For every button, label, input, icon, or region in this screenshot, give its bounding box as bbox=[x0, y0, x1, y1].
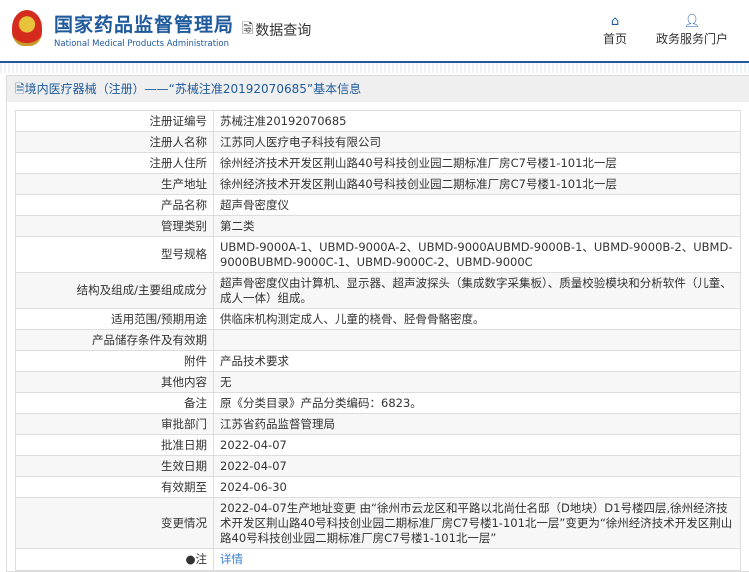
table-row: 注册证编号 苏械注准20192070685 bbox=[15, 110, 741, 132]
nav-label: 首页 bbox=[603, 32, 628, 46]
row-value: 2024-06-30 bbox=[213, 476, 741, 498]
row-value: UBMD-9000A-1、UBMD-9000A-2、UBMD-9000AUBMD… bbox=[213, 236, 741, 273]
table-row: 管理类别 第二类 bbox=[15, 215, 741, 237]
table-row: 适用范围/预期用途 供临床机构测定成人、儿童的桡骨、胫骨骨骼密度。 bbox=[15, 308, 741, 330]
data-query-section: 🗟 数据查询 bbox=[242, 18, 311, 42]
row-value: 产品技术要求 bbox=[213, 350, 741, 372]
table-row: 其他内容无 bbox=[15, 371, 741, 393]
row-label: 附件 bbox=[15, 350, 214, 372]
row-value: 苏械注准20192070685 bbox=[213, 110, 741, 132]
row-value: 2022-04-07 bbox=[213, 455, 741, 477]
document-search-icon: 🗟 bbox=[242, 21, 254, 37]
row-label: 适用范围/预期用途 bbox=[15, 308, 214, 330]
row-label: 结构及组成/主要组成成分 bbox=[15, 272, 214, 309]
row-value: 徐州经济技术开发区荆山路40号科技创业园二期标准厂房C7号楼1-101北一层 bbox=[213, 173, 741, 195]
national-emblem-logo bbox=[12, 10, 42, 46]
row-value: 徐州经济技术开发区荆山路40号科技创业园二期标准厂房C7号楼1-101北一层 bbox=[213, 152, 741, 174]
note-label: ●注 bbox=[15, 548, 214, 571]
brand-title: 国家药品监督管理局 bbox=[54, 14, 235, 36]
table-row: 批准日期 2022-04-07 bbox=[15, 434, 741, 456]
row-label: 生效日期 bbox=[15, 455, 214, 477]
panel-title-text: 境内医疗器械（注册）——“苏械注准20192070685”基本信息 bbox=[24, 82, 362, 96]
table-row: 注册人名称 江苏同人医疗电子科技有限公司 bbox=[15, 131, 741, 153]
note-row: ●注 详情 bbox=[15, 548, 741, 571]
table-row: 审批部门 江苏省药品监督管理局 bbox=[15, 413, 741, 435]
note-value: 详情 bbox=[213, 548, 741, 571]
site-header: 国家药品监督管理局 National Medical Products Admi… bbox=[0, 0, 749, 63]
document-icon: 🗎 bbox=[15, 82, 25, 96]
row-label: 产品储存条件及有效期 bbox=[15, 329, 214, 351]
row-value: 2022-04-07 bbox=[213, 434, 741, 456]
row-label: 变更情况 bbox=[15, 497, 214, 549]
row-label: 注册人名称 bbox=[15, 131, 214, 153]
table-row: 附件 产品技术要求 bbox=[15, 350, 741, 372]
row-value: 无 bbox=[213, 371, 741, 393]
table-row: 结构及组成/主要组成成分 超声骨密度仪由计算机、显示器、超声波探头（集成数字采集板… bbox=[15, 272, 741, 309]
table-row: 注册人住所 徐州经济技术开发区荆山路40号科技创业园二期标准厂房C7号楼1-101… bbox=[15, 152, 741, 174]
note-label-text: 注 bbox=[195, 552, 208, 566]
row-label: 产品名称 bbox=[15, 194, 214, 216]
row-value: 江苏省药品监督管理局 bbox=[213, 413, 741, 435]
row-label: 审批部门 bbox=[15, 413, 214, 435]
row-label: 注册人住所 bbox=[15, 152, 214, 174]
table-row: 产品储存条件及有效期 bbox=[15, 329, 741, 351]
section-title: 数据查询 bbox=[255, 23, 312, 39]
row-label: 其他内容 bbox=[15, 371, 214, 393]
row-label: 备注 bbox=[15, 392, 214, 414]
row-label: 型号规格 bbox=[15, 236, 214, 273]
detail-table: 注册证编号 苏械注准20192070685 注册人名称 江苏同人医疗电子科技有限公司注… bbox=[15, 110, 741, 571]
details-link[interactable]: 详情 bbox=[220, 552, 243, 566]
panel-title: 🗎境内医疗器械（注册）——“苏械注准20192070685”基本信息 bbox=[7, 76, 749, 102]
decorative-band bbox=[0, 63, 749, 73]
brand-subtitle: National Medical Products Administration bbox=[54, 39, 229, 49]
nav-home[interactable]: ⌂ 首页 bbox=[603, 14, 627, 47]
row-label: 管理类别 bbox=[15, 215, 214, 237]
nav-label: 政务服务门户 bbox=[656, 32, 729, 46]
brand[interactable]: 国家药品监督管理局 National Medical Products Admi… bbox=[54, 10, 234, 49]
pin-icon: ● bbox=[185, 552, 196, 566]
row-value: 江苏同人医疗电子科技有限公司 bbox=[213, 131, 741, 153]
row-value bbox=[213, 329, 741, 351]
detail-panel: 🗎境内医疗器械（注册）——“苏械注准20192070685”基本信息 注册证编号… bbox=[6, 75, 749, 572]
table-row: 有效期至 2024-06-30 bbox=[15, 476, 741, 498]
row-value: 2022-04-07生产地址变更 由“徐州市云龙区和平路以北尚仕名邸（D地块）D… bbox=[213, 497, 741, 549]
user-icon: 👤︎ bbox=[683, 14, 701, 29]
table-row: 变更情况 2022-04-07生产地址变更 由“徐州市云龙区和平路以北尚仕名邸（D… bbox=[15, 497, 741, 549]
row-value: 供临床机构测定成人、儿童的桡骨、胫骨骨骼密度。 bbox=[213, 308, 741, 330]
nav-service-portal[interactable]: 👤︎ 政务服务门户 bbox=[656, 14, 728, 47]
row-value: 原《分类目录》产品分类编码：6823。 bbox=[213, 392, 741, 414]
row-value: 超声骨密度仪由计算机、显示器、超声波探头（集成数字采集板）、质量校验模块和分析软… bbox=[213, 272, 741, 309]
table-row: 型号规格 UBMD-9000A-1、UBMD-9000A-2、UBMD-9000A… bbox=[15, 236, 741, 273]
table-row: 生产地址 徐州经济技术开发区荆山路40号科技创业园二期标准厂房C7号楼1-101北… bbox=[15, 173, 741, 195]
row-label: 生产地址 bbox=[15, 173, 214, 195]
home-icon: ⌂ bbox=[610, 14, 620, 29]
row-value: 第二类 bbox=[213, 215, 741, 237]
table-row: 产品名称 超声骨密度仪 bbox=[15, 194, 741, 216]
row-label: 批准日期 bbox=[15, 434, 214, 456]
row-label: 有效期至 bbox=[15, 476, 214, 498]
row-label: 注册证编号 bbox=[15, 110, 214, 132]
table-row: 生效日期 2022-04-07 bbox=[15, 455, 741, 477]
table-row: 备注 原《分类目录》产品分类编码：6823。 bbox=[15, 392, 741, 414]
row-value: 超声骨密度仪 bbox=[213, 194, 741, 216]
